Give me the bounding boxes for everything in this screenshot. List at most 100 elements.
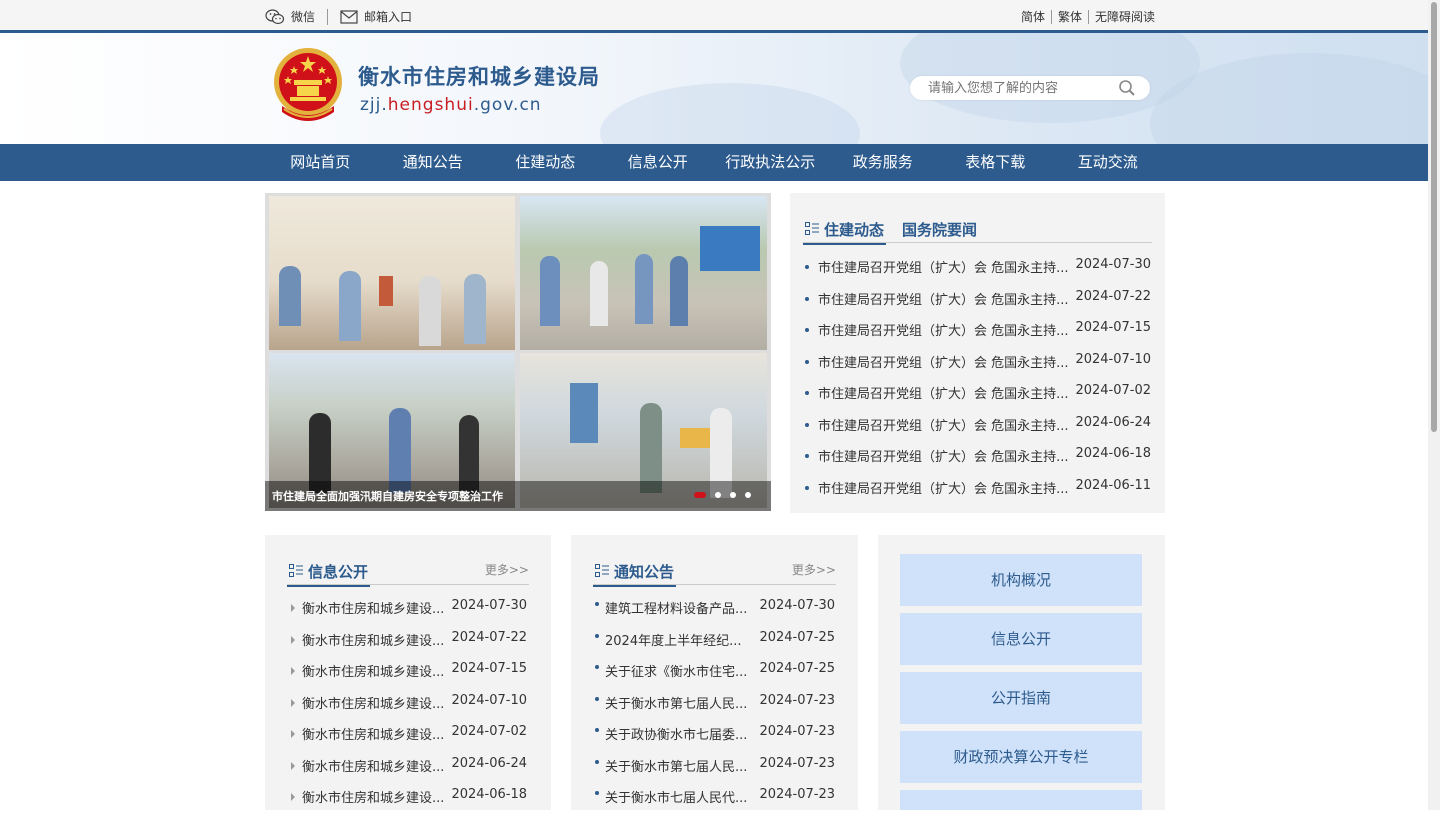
news-title[interactable]: 市住建局召开党组（扩大）会 危国永主持... (818, 289, 1069, 308)
notice-title[interactable]: 关于衡水市七届人民代... (605, 787, 747, 806)
traditional-link[interactable]: 繁体 (1058, 8, 1082, 25)
slide-dot[interactable] (694, 492, 706, 498)
news-title[interactable]: 市住建局召开党组（扩大）会 危国永主持... (818, 383, 1069, 402)
news-title[interactable]: 市住建局召开党组（扩大）会 危国永主持... (818, 257, 1069, 276)
accessible-reading-link[interactable]: 无障碍阅读 (1095, 8, 1155, 25)
scrollbar-thumb[interactable] (1431, 2, 1437, 432)
slide-dot[interactable] (715, 492, 721, 498)
notice-title[interactable]: 关于征求《衡水市住宅... (605, 661, 747, 680)
search-input[interactable] (928, 78, 1108, 98)
quick-link-partial[interactable] (900, 790, 1142, 810)
list-item[interactable]: 市住建局召开党组（扩大）会 危国永主持... 2024-07-15 (805, 319, 1151, 351)
list-item[interactable]: 关于征求《衡水市住宅... 2024-07-25 (595, 660, 835, 692)
search-icon[interactable] (1118, 79, 1136, 97)
info-title[interactable]: 衡水市住房和城乡建设... (302, 630, 444, 649)
info-title[interactable]: 衡水市住房和城乡建设... (302, 693, 444, 712)
notice-title[interactable]: 关于衡水市第七届人民... (605, 756, 747, 775)
list-item[interactable]: 衡水市住房和城乡建设... 2024-06-24 (291, 755, 527, 787)
news-title[interactable]: 市住建局召开党组（扩大）会 危国永主持... (818, 478, 1069, 497)
news-title[interactable]: 市住建局召开党组（扩大）会 危国永主持... (818, 415, 1069, 434)
quick-link-disclosure-guide[interactable]: 公开指南 (900, 672, 1142, 724)
tab-news[interactable]: 住建动态 (803, 215, 887, 245)
nav-item-law-enforcement[interactable]: 行政执法公示 (714, 144, 827, 181)
notice-title[interactable]: 建筑工程材料设备产品... (605, 598, 747, 617)
info-title[interactable]: 衡水市住房和城乡建设... (302, 756, 444, 775)
notice-date: 2024-07-25 (759, 661, 835, 676)
news-title[interactable]: 市住建局召开党组（扩大）会 危国永主持... (818, 320, 1069, 339)
triangle-bullet-icon (291, 730, 295, 738)
panel-title-label: 通知公告 (614, 562, 675, 581)
nav-item-info-disclosure[interactable]: 信息公开 (602, 144, 715, 181)
tab-state-council[interactable]: 国务院要闻 (900, 215, 979, 243)
quick-link-budget-disclosure[interactable]: 财政预决算公开专栏 (900, 731, 1142, 783)
quick-link-organization[interactable]: 机构概况 (900, 554, 1142, 606)
list-item[interactable]: 衡水市住房和城乡建设... 2024-07-22 (291, 629, 527, 661)
list-item[interactable]: 市住建局召开党组（扩大）会 危国永主持... 2024-07-10 (805, 351, 1151, 383)
quick-link-info-disclosure[interactable]: 信息公开 (900, 613, 1142, 665)
triangle-bullet-icon (291, 667, 295, 675)
notice-date: 2024-07-30 (759, 598, 835, 613)
list-item[interactable]: 市住建局召开党组（扩大）会 危国永主持... 2024-07-02 (805, 382, 1151, 414)
list-item[interactable]: 市住建局召开党组（扩大）会 危国永主持... 2024-06-11 (805, 477, 1151, 509)
page-scrollbar[interactable] (1428, 0, 1440, 810)
list-item[interactable]: 市住建局召开党组（扩大）会 危国永主持... 2024-06-18 (805, 445, 1151, 477)
info-date: 2024-06-24 (451, 755, 527, 771)
info-title[interactable]: 衡水市住房和城乡建设... (302, 724, 444, 743)
list-item[interactable]: 关于衡水市七届人民代... 2024-07-23 (595, 786, 835, 818)
list-item[interactable]: 市住建局召开党组（扩大）会 危国永主持... 2024-06-24 (805, 414, 1151, 446)
nav-item-news[interactable]: 住建动态 (489, 144, 602, 181)
bullet-icon (805, 391, 809, 395)
simplified-link[interactable]: 简体 (1021, 8, 1045, 25)
triangle-bullet-icon (291, 698, 295, 707)
panel-title[interactable]: 通知公告 (593, 557, 677, 587)
news-title[interactable]: 市住建局召开党组（扩大）会 危国永主持... (818, 446, 1069, 465)
wechat-link[interactable]: 微信 (265, 8, 315, 25)
slide-dot[interactable] (730, 492, 736, 498)
list-item[interactable]: 衡水市住房和城乡建设... 2024-07-02 (291, 723, 527, 755)
notice-title[interactable]: 关于政协衡水市七届委... (605, 724, 747, 743)
more-link[interactable]: 更多>> (792, 561, 836, 578)
triangle-bullet-icon (291, 604, 295, 612)
list-item[interactable]: 衡水市住房和城乡建设... 2024-06-18 (291, 786, 527, 818)
list-item[interactable]: 建筑工程材料设备产品... 2024-07-30 (595, 597, 835, 629)
nav-item-gov-services[interactable]: 政务服务 (827, 144, 940, 181)
bullet-icon (595, 665, 599, 669)
info-title[interactable]: 衡水市住房和城乡建设... (302, 598, 444, 617)
nav-item-home[interactable]: 网站首页 (264, 144, 377, 181)
notice-title[interactable]: 2024年度上半年经纪... (605, 630, 741, 649)
info-date: 2024-07-22 (451, 629, 527, 645)
notice-title[interactable]: 关于衡水市第七届人民... (605, 693, 747, 712)
list-item[interactable]: 衡水市住房和城乡建设... 2024-07-10 (291, 692, 527, 724)
tab-label: 国务院要闻 (902, 220, 978, 239)
bullet-icon (805, 454, 809, 458)
list-icon (805, 222, 819, 235)
info-title[interactable]: 衡水市住房和城乡建设... (302, 661, 444, 680)
nav-item-interaction[interactable]: 互动交流 (1052, 144, 1165, 181)
triangle-bullet-icon (291, 635, 295, 644)
slide-caption[interactable]: 市住建局全面加强汛期自建房安全专项整治工作 (272, 488, 503, 504)
list-icon (595, 564, 609, 577)
list-item[interactable]: 2024年度上半年经纪... 2024-07-25 (595, 629, 835, 661)
search-box (910, 76, 1150, 100)
bullet-icon (595, 602, 599, 606)
panel-title[interactable]: 信息公开 (287, 557, 371, 587)
image-slider[interactable]: 市住建局全面加强汛期自建房安全专项整治工作 (265, 193, 771, 511)
news-title[interactable]: 市住建局召开党组（扩大）会 危国永主持... (818, 352, 1069, 371)
nav-item-notices[interactable]: 通知公告 (377, 144, 490, 181)
more-link[interactable]: 更多>> (485, 561, 529, 578)
tab-label: 住建动态 (824, 220, 885, 239)
slide-dot[interactable] (745, 492, 751, 498)
notice-date: 2024-07-23 (759, 724, 835, 739)
bullet-icon (805, 265, 809, 269)
list-item[interactable]: 关于衡水市第七届人民... 2024-07-23 (595, 692, 835, 724)
list-item[interactable]: 关于衡水市第七届人民... 2024-07-23 (595, 755, 835, 787)
mail-link[interactable]: 邮箱入口 (340, 8, 412, 25)
info-title[interactable]: 衡水市住房和城乡建设... (302, 787, 444, 806)
list-item[interactable]: 衡水市住房和城乡建设... 2024-07-15 (291, 660, 527, 692)
list-item[interactable]: 市住建局召开党组（扩大）会 危国永主持... 2024-07-30 (805, 256, 1151, 288)
list-item[interactable]: 衡水市住房和城乡建设... 2024-07-30 (291, 597, 527, 629)
nav-item-forms-download[interactable]: 表格下载 (939, 144, 1052, 181)
list-item[interactable]: 市住建局召开党组（扩大）会 危国永主持... 2024-07-22 (805, 288, 1151, 320)
list-item[interactable]: 关于政协衡水市七届委... 2024-07-23 (595, 723, 835, 755)
national-emblem-icon[interactable] (272, 46, 344, 126)
